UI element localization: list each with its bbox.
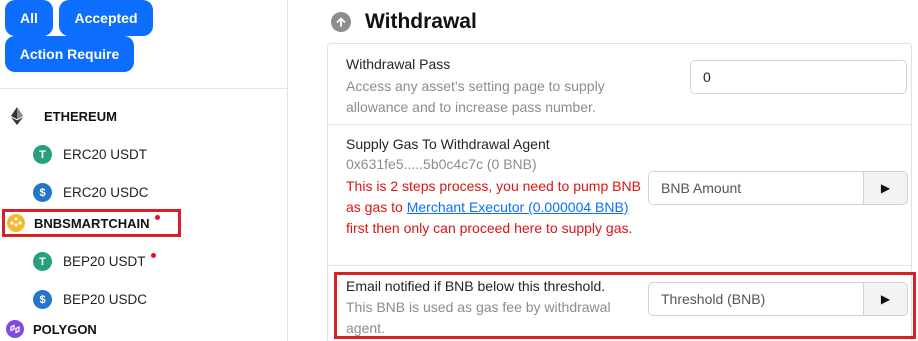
chain-sidebar: All Accepted Action Require ETHEREUM T E… — [0, 0, 288, 341]
filter-all-button[interactable]: All — [5, 0, 53, 36]
play-icon: ▶ — [880, 181, 891, 195]
token-item-erc20-usdc[interactable]: $ ERC20 USDC — [33, 183, 149, 202]
token-label: BEP20 USDT — [63, 254, 146, 269]
polygon-icon — [6, 320, 24, 338]
supply-gas-label: Supply Gas To Withdrawal Agent — [346, 136, 550, 152]
notification-dot — [154, 214, 160, 220]
withdrawal-panel: Withdrawal Withdrawal Pass Access any as… — [289, 0, 918, 341]
chain-item-polygon[interactable]: POLYGON — [6, 320, 97, 338]
withdrawal-pass-label: Withdrawal Pass — [346, 56, 451, 72]
token-label: ERC20 USDC — [63, 185, 149, 200]
two-step-warning: This is 2 steps process, you need to pum… — [346, 176, 646, 239]
bnb-icon — [7, 214, 25, 232]
usdc-icon: $ — [33, 290, 52, 309]
agent-address: 0x631fe5.....5b0c4c7c (0 BNB) — [346, 156, 537, 172]
chain-name: POLYGON — [33, 321, 97, 337]
token-item-erc20-usdt[interactable]: T ERC20 USDT — [33, 145, 147, 164]
token-item-bep20-usdc[interactable]: $ BEP20 USDC — [33, 290, 147, 309]
warning-text: first then only can proceed here to supp… — [346, 220, 633, 236]
merchant-executor-link[interactable]: Merchant Executor (0.000004 BNB) — [407, 199, 629, 215]
usdc-icon: $ — [33, 183, 52, 202]
filter-accepted-button[interactable]: Accepted — [59, 0, 153, 36]
chain-item-bnbsmartchain[interactable]: BNBSMARTCHAIN — [7, 214, 160, 232]
ethereum-icon — [8, 107, 26, 125]
token-item-bep20-usdt[interactable]: T BEP20 USDT — [33, 252, 156, 271]
chain-name: ETHEREUM — [44, 108, 117, 124]
token-label: BEP20 USDC — [63, 292, 148, 307]
token-label: ERC20 USDT — [63, 147, 148, 162]
section-header: Withdrawal — [331, 10, 477, 34]
tether-icon: T — [33, 252, 52, 271]
threshold-highlight-box — [334, 272, 916, 339]
arrow-up-circle-icon — [331, 12, 351, 32]
page-title: Withdrawal — [365, 10, 477, 33]
withdrawal-pass-desc-2: allowance and to increase pass number. — [346, 99, 596, 115]
chain-item-ethereum[interactable]: ETHEREUM — [8, 107, 117, 125]
withdrawal-pass-desc-1: Access any asset's setting page to suppl… — [346, 78, 605, 94]
chain-name: BNBSMARTCHAIN — [34, 215, 150, 231]
filter-action-required-button[interactable]: Action Require — [5, 36, 134, 72]
tether-icon: T — [33, 145, 52, 164]
row-divider — [328, 265, 911, 266]
notification-dot — [150, 253, 156, 258]
bnb-amount-input[interactable] — [648, 171, 864, 205]
sidebar-divider — [0, 88, 288, 89]
withdrawal-pass-input[interactable] — [690, 60, 907, 94]
supply-gas-submit-button[interactable]: ▶ — [864, 171, 908, 205]
row-divider — [328, 124, 911, 125]
